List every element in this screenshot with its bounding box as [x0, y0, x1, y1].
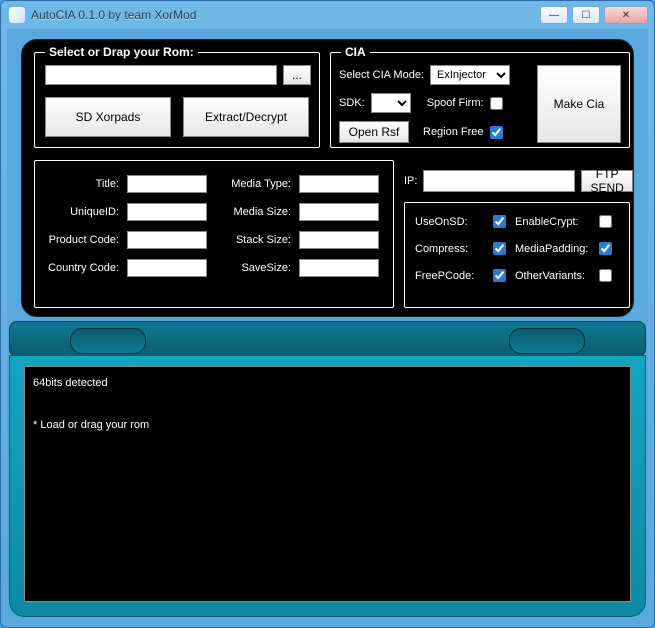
useonsd-label: UseOnSD:	[415, 216, 487, 228]
uniqueid-label: UniqueID:	[43, 206, 119, 218]
stacksize-label: Stack Size:	[215, 234, 291, 246]
product-label: Product Code:	[43, 234, 119, 246]
region-free-label: Region Free	[423, 126, 484, 138]
country-label: Country Code:	[43, 262, 119, 274]
useonsd-checkbox[interactable]	[493, 215, 506, 228]
titlebar: AutoCIA 0.1.0 by team XorMod — ☐ ✕	[1, 1, 654, 29]
title-field[interactable]	[127, 175, 207, 193]
mediasize-field[interactable]	[299, 203, 379, 221]
ftp-send-button[interactable]: FTP SEND	[581, 170, 632, 192]
window-title: AutoCIA 0.1.0 by team XorMod	[31, 8, 540, 22]
enablecrypt-label: EnableCrypt:	[515, 216, 593, 228]
info-group: Title: Media Type: UniqueID: Media Size:…	[34, 160, 394, 308]
spoof-firm-checkbox[interactable]	[490, 97, 503, 110]
options-group: UseOnSD: EnableCrypt: Compress: MediaPad…	[404, 202, 630, 308]
device-hinge	[9, 321, 646, 357]
app-window: AutoCIA 0.1.0 by team XorMod — ☐ ✕ Selec…	[0, 0, 655, 628]
mediatype-label: Media Type:	[215, 178, 291, 190]
top-panel: Select or Drap your Rom: ... SD Xorpads …	[21, 39, 634, 317]
log-line: 64bits detected	[33, 373, 622, 394]
log-console: 64bits detected * Load or drag your rom	[24, 366, 631, 602]
bottom-panel: 64bits detected * Load or drag your rom	[9, 355, 646, 617]
compress-label: Compress:	[415, 243, 487, 255]
cia-mode-label: Select CIA Mode:	[339, 69, 424, 81]
product-field[interactable]	[127, 231, 207, 249]
stacksize-field[interactable]	[299, 231, 379, 249]
country-field[interactable]	[127, 259, 207, 277]
ip-input[interactable]	[423, 170, 575, 192]
ip-row: IP: FTP SEND	[404, 170, 630, 192]
rom-legend: Select or Drap your Rom:	[45, 45, 198, 59]
app-icon	[9, 7, 25, 23]
cia-legend: CIA	[341, 45, 370, 59]
othervariants-label: OtherVariants:	[515, 270, 593, 282]
compress-checkbox[interactable]	[493, 242, 506, 255]
make-cia-button[interactable]: Make Cia	[537, 65, 621, 143]
sdk-label: SDK:	[339, 97, 365, 109]
savesize-label: SaveSize:	[215, 262, 291, 274]
ip-label: IP:	[404, 175, 417, 187]
client-area: Select or Drap your Rom: ... SD Xorpads …	[7, 29, 648, 621]
enablecrypt-checkbox[interactable]	[599, 215, 612, 228]
spoof-firm-label: Spoof Firm:	[427, 97, 484, 109]
mediapadding-label: MediaPadding:	[515, 243, 593, 255]
close-button[interactable]: ✕	[604, 6, 648, 24]
title-label: Title:	[43, 178, 119, 190]
maximize-button[interactable]: ☐	[572, 6, 600, 24]
extract-decrypt-button[interactable]: Extract/Decrypt	[183, 97, 309, 137]
freepcode-checkbox[interactable]	[493, 269, 506, 282]
minimize-button[interactable]: —	[540, 6, 568, 24]
sd-xorpads-button[interactable]: SD Xorpads	[45, 97, 171, 137]
sdk-select[interactable]	[371, 93, 411, 113]
othervariants-checkbox[interactable]	[599, 269, 612, 282]
mediasize-label: Media Size:	[215, 206, 291, 218]
rom-path-input[interactable]	[45, 65, 277, 85]
rom-group: Select or Drap your Rom: ... SD Xorpads …	[34, 52, 320, 148]
mediatype-field[interactable]	[299, 175, 379, 193]
uniqueid-field[interactable]	[127, 203, 207, 221]
mediapadding-checkbox[interactable]	[599, 242, 612, 255]
region-free-checkbox[interactable]	[490, 126, 503, 139]
open-rsf-button[interactable]: Open Rsf	[339, 121, 409, 143]
cia-group: CIA Select CIA Mode: ExInjector SDK: Spo…	[330, 52, 630, 148]
browse-button[interactable]: ...	[283, 65, 311, 85]
savesize-field[interactable]	[299, 259, 379, 277]
log-line: * Load or drag your rom	[33, 415, 622, 436]
cia-mode-select[interactable]: ExInjector	[430, 65, 510, 85]
freepcode-label: FreePCode:	[415, 270, 487, 282]
